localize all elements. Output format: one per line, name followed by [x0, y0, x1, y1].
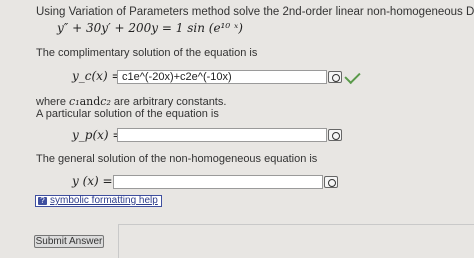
note-suffix: are arbitrary constants.: [110, 96, 227, 108]
eye-preview-icon[interactable]: [324, 176, 338, 188]
help-label: symbolic formatting help: [50, 195, 158, 206]
yp-label: y_p(x) =: [72, 128, 123, 142]
symbolic-formatting-help-link[interactable]: ? symbolic formatting help: [35, 195, 162, 207]
constants-note: where c₁andc₂ are arbitrary constants.: [36, 95, 226, 108]
yp-answer-field[interactable]: [117, 128, 327, 142]
particular-prompt: A particular solution of the equation is: [36, 108, 219, 120]
general-prompt: The general solution of the non-homogene…: [36, 153, 318, 165]
note-c1: c₁: [69, 95, 80, 108]
differential-equation: y″ + 30y′ + 200y = 1 sin (e¹⁰ ˣ): [57, 21, 243, 35]
eye-preview-icon[interactable]: [328, 129, 342, 141]
yc-answer-field[interactable]: c1e^(-20x)+c2e^(-10x): [117, 70, 327, 84]
feedback-area: [118, 224, 474, 258]
note-and: and: [79, 95, 101, 108]
note-c2: c₂: [100, 95, 111, 108]
question-intro: Using Variation of Parameters method sol…: [36, 6, 474, 18]
y-label: y (x) =: [72, 174, 113, 188]
note-prefix: where: [36, 96, 70, 108]
complementary-prompt: The complimentary solution of the equati…: [36, 47, 258, 59]
question-icon: ?: [38, 197, 47, 205]
eye-preview-icon[interactable]: [328, 71, 342, 83]
yc-label: y_c(x) =: [72, 69, 122, 83]
checkmark-icon: [344, 67, 361, 85]
y-answer-field[interactable]: [113, 175, 323, 189]
submit-button[interactable]: Submit Answer: [34, 235, 104, 248]
